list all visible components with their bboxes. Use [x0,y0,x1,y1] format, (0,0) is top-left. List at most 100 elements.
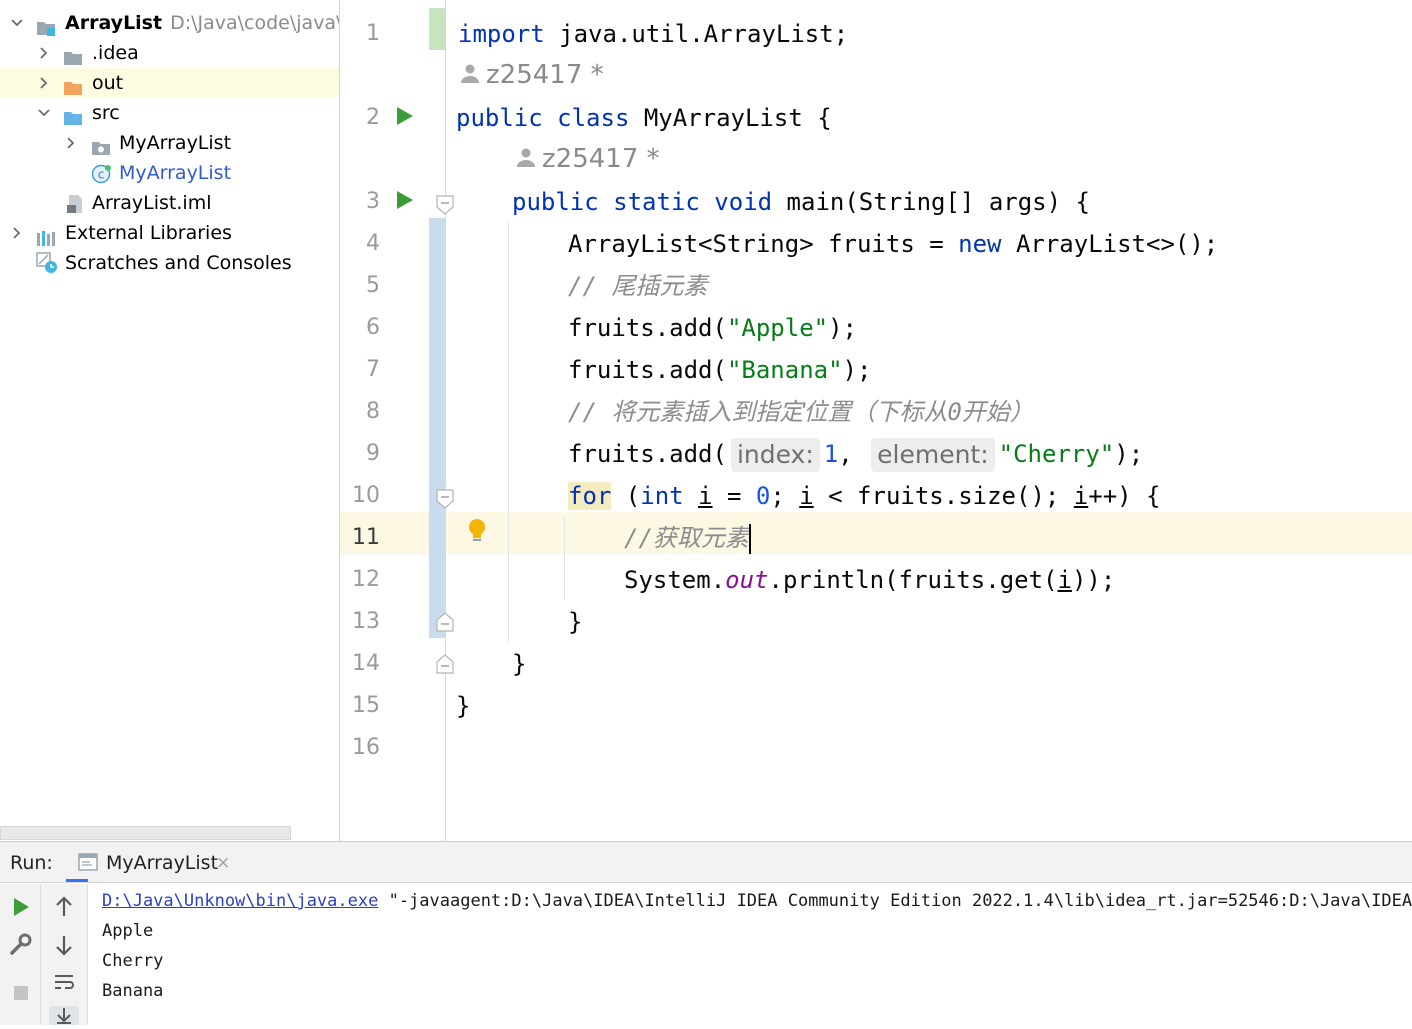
fold-collapse-icon[interactable] [436,489,454,509]
fold-collapse-icon[interactable] [436,195,454,215]
code-variable: i [1057,566,1072,594]
indent-guide [508,222,509,642]
tree-item-class-myarraylist[interactable]: c MyArrayList [0,158,339,188]
line-number: 9 [366,441,380,466]
code-variable: i [799,482,814,510]
code-line-10: for (int i = 0; i < fruits.size(); i++) … [568,475,1412,517]
line-number: 2 [366,105,380,130]
code-token: , [838,440,853,468]
console-command-args: "-javaagent:D:\Java\IDEA\IntelliJ IDEA C… [378,891,1412,911]
tree-item-label: src [92,102,120,124]
parameter-hint-index: index: [730,438,820,472]
code-token: public class [456,104,630,132]
tree-item-label: MyArrayList [119,162,232,184]
stop-icon[interactable] [8,980,34,1006]
code-token: import [458,20,545,48]
run-tab-myarraylist[interactable]: MyArrayList × [66,842,230,882]
tree-item-scratches[interactable]: Scratches and Consoles [0,248,339,278]
chevron-right-icon[interactable] [62,128,78,158]
line-number: 15 [352,693,380,718]
tree-item-src[interactable]: src [0,98,339,128]
code-token: MyArrayList { [629,104,832,132]
tree-item-out[interactable]: out [0,68,339,98]
chevron-down-icon[interactable] [8,8,24,38]
java-exe-link[interactable]: D:\Java\Unknow\bin\java.exe [102,891,378,911]
code-token: fruits.add( [568,356,727,384]
tree-item-label: out [92,72,124,94]
code-string: "Apple" [726,314,829,342]
console-output[interactable]: D:\Java\Unknow\bin\java.exe "-javaagent:… [102,886,1412,1025]
fold-end-icon[interactable] [436,612,454,632]
tree-item-external-libraries[interactable]: External Libraries [0,218,339,248]
run-main-icon[interactable] [396,190,414,210]
code-token: new [958,230,1002,258]
line-number: 16 [352,735,380,760]
code-number: 1 [823,440,839,468]
code-editor[interactable]: 1 2 3 4 5 6 7 8 9 10 11 12 13 14 15 16 i… [340,0,1412,841]
tree-item-idea[interactable]: .idea [0,38,339,68]
console-output-line: Apple [102,921,154,941]
code-line-6: fruits.add("Apple"); [568,307,1412,349]
tree-item-label: External Libraries [65,222,232,244]
tree-item-label: ArrayList.iml [92,192,212,214]
tree-item-arraylist-root[interactable]: ArrayList D:\Java\code\java\ArrayList [0,8,339,38]
horizontal-scrollbar[interactable] [0,826,291,840]
code-comment: //获取元素 [624,524,749,552]
lightbulb-intention-icon[interactable] [467,518,487,544]
chevron-right-icon[interactable] [35,38,51,68]
code-line-11: //获取元素 [624,517,1412,559]
code-line-3: public static void main(String[] args) { [512,181,1412,223]
author-hint[interactable]: z25417 * [516,138,660,180]
chevron-right-icon[interactable] [8,218,24,248]
scroll-to-end-icon[interactable] [49,1006,79,1025]
code-token: main(String[] args) { [772,188,1090,216]
module-folder-icon [36,15,56,36]
wrench-icon[interactable] [8,932,34,958]
code-static-field: out [725,566,769,594]
line-number: 4 [366,231,380,256]
code-token: java.util.ArrayList; [544,20,849,48]
code-keyword: int [640,482,684,510]
console-output-line: Cherry [102,951,164,971]
line-number: 12 [352,567,380,592]
code-line-1: import java.util.ArrayList; [458,13,1412,55]
author-name: z25417 * [542,144,660,174]
run-class-icon[interactable] [396,106,414,126]
run-toolbar [0,884,41,1025]
code-token: ); [1114,440,1144,468]
tree-item-iml[interactable]: ArrayList.iml [0,188,339,218]
tree-item-label: MyArrayList [119,132,232,154]
author-hint[interactable]: z25417 * [460,54,604,96]
chevron-right-icon[interactable] [35,68,51,98]
code-token: < fruits.size(); [813,482,1074,510]
line-number: 5 [366,273,380,298]
fold-end-icon[interactable] [436,654,454,674]
vcs-added-marker[interactable] [429,8,445,50]
tree-item-label: .idea [92,42,139,64]
console-icon [78,853,98,875]
code-token: System. [624,566,726,594]
code-token: ); [842,356,872,384]
tree-item-package-myarraylist[interactable]: MyArrayList [0,128,339,158]
line-number: 13 [352,609,380,634]
arrow-up-icon[interactable] [51,894,77,920]
libraries-icon [36,225,56,246]
editor-gutter: 1 2 3 4 5 6 7 8 9 10 11 12 13 14 15 16 [340,0,454,841]
close-icon[interactable]: × [216,842,230,884]
project-path: D:\Java\code\java\ArrayList [170,12,339,34]
arrow-down-icon[interactable] [51,932,77,958]
code-line-12: System.out.println(fruits.get(i)); [624,559,1412,601]
chevron-down-icon[interactable] [35,98,51,128]
line-number-current: 11 [352,525,380,550]
run-tool-window: Run: MyArrayList × D:\Java\Unknow\bin\ja… [0,841,1412,1025]
line-number: 1 [366,21,380,46]
vcs-modified-marker[interactable] [429,218,445,638]
code-token: ArrayList<>(); [1001,230,1219,258]
code-token: = [712,482,756,510]
soft-wrap-icon[interactable] [51,970,77,996]
rerun-icon[interactable] [8,894,34,920]
run-header: Run: MyArrayList × [0,842,1412,883]
project-tool-window: ArrayList D:\Java\code\java\ArrayList .id… [0,0,340,841]
code-token: .println(fruits.get( [768,566,1058,594]
java-class-icon: c [91,163,113,184]
